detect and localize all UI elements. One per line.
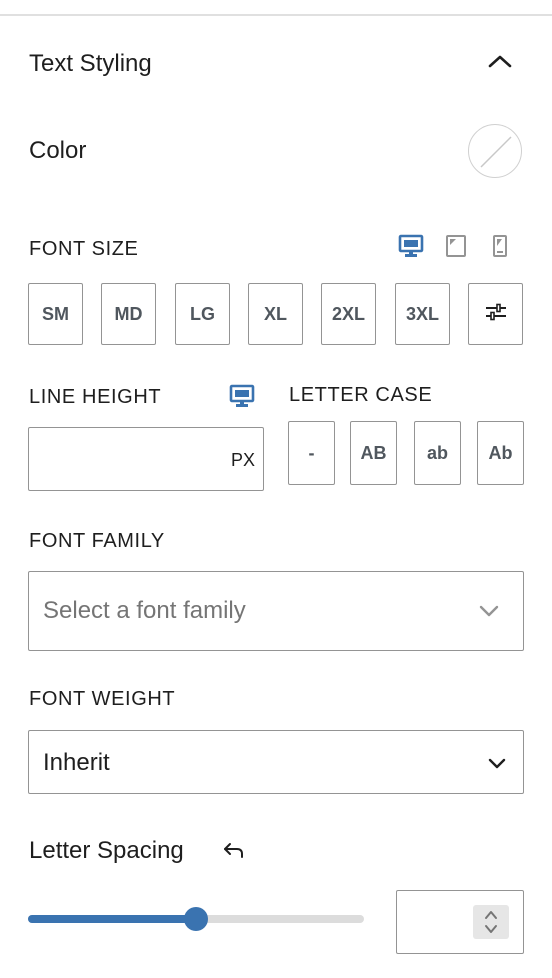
mobile-icon[interactable]: [489, 232, 511, 260]
tablet-icon[interactable]: [443, 232, 469, 260]
font-size-3xl-button[interactable]: 3XL: [395, 283, 450, 345]
spinner-buttons[interactable]: [473, 905, 509, 939]
font-weight-select[interactable]: Inherit: [28, 730, 524, 794]
color-label: Color: [29, 137, 87, 164]
font-size-custom-button[interactable]: [468, 283, 523, 345]
font-weight-label: FONT WEIGHT: [29, 688, 176, 710]
line-height-desktop-icon[interactable]: [228, 382, 256, 410]
letter-spacing-slider-thumb[interactable]: [184, 907, 208, 931]
letter-case-lowercase-button[interactable]: ab: [414, 421, 461, 485]
font-family-select[interactable]: Select a font family: [28, 571, 524, 651]
panel-top-divider: [0, 14, 552, 16]
letter-case-capitalize-button[interactable]: Ab: [477, 421, 524, 485]
chevron-down-icon: [487, 757, 507, 775]
font-size-sm-button[interactable]: SM: [28, 283, 83, 345]
font-family-label: FONT FAMILY: [29, 530, 165, 552]
letter-case-none-button[interactable]: -: [288, 421, 335, 485]
letter-spacing-track-fill: [28, 915, 196, 923]
reset-icon[interactable]: [222, 840, 246, 862]
panel-title: Text Styling: [29, 50, 152, 77]
line-height-input[interactable]: PX: [28, 427, 264, 491]
sliders-icon: [485, 302, 507, 327]
chevron-down-icon: [479, 604, 499, 623]
desktop-icon[interactable]: [397, 232, 425, 260]
line-height-unit: PX: [230, 450, 255, 470]
letter-case-label: LETTER CASE: [289, 384, 433, 406]
color-swatch[interactable]: [468, 124, 522, 178]
font-size-label: FONT SIZE: [29, 238, 139, 260]
font-size-md-button[interactable]: MD: [101, 283, 156, 345]
font-size-2xl-button[interactable]: 2XL: [321, 283, 376, 345]
font-size-lg-button[interactable]: LG: [175, 283, 230, 345]
font-family-placeholder: Select a font family: [43, 597, 246, 624]
letter-spacing-label: Letter Spacing: [29, 837, 184, 864]
letter-spacing-input[interactable]: [396, 890, 524, 954]
letter-case-uppercase-button[interactable]: AB: [350, 421, 397, 485]
font-size-xl-button[interactable]: XL: [248, 283, 303, 345]
font-weight-value: Inherit: [43, 749, 110, 776]
collapse-toggle-button[interactable]: [484, 50, 516, 76]
chevron-up-icon: [487, 53, 513, 74]
line-height-label: LINE HEIGHT: [29, 386, 162, 408]
